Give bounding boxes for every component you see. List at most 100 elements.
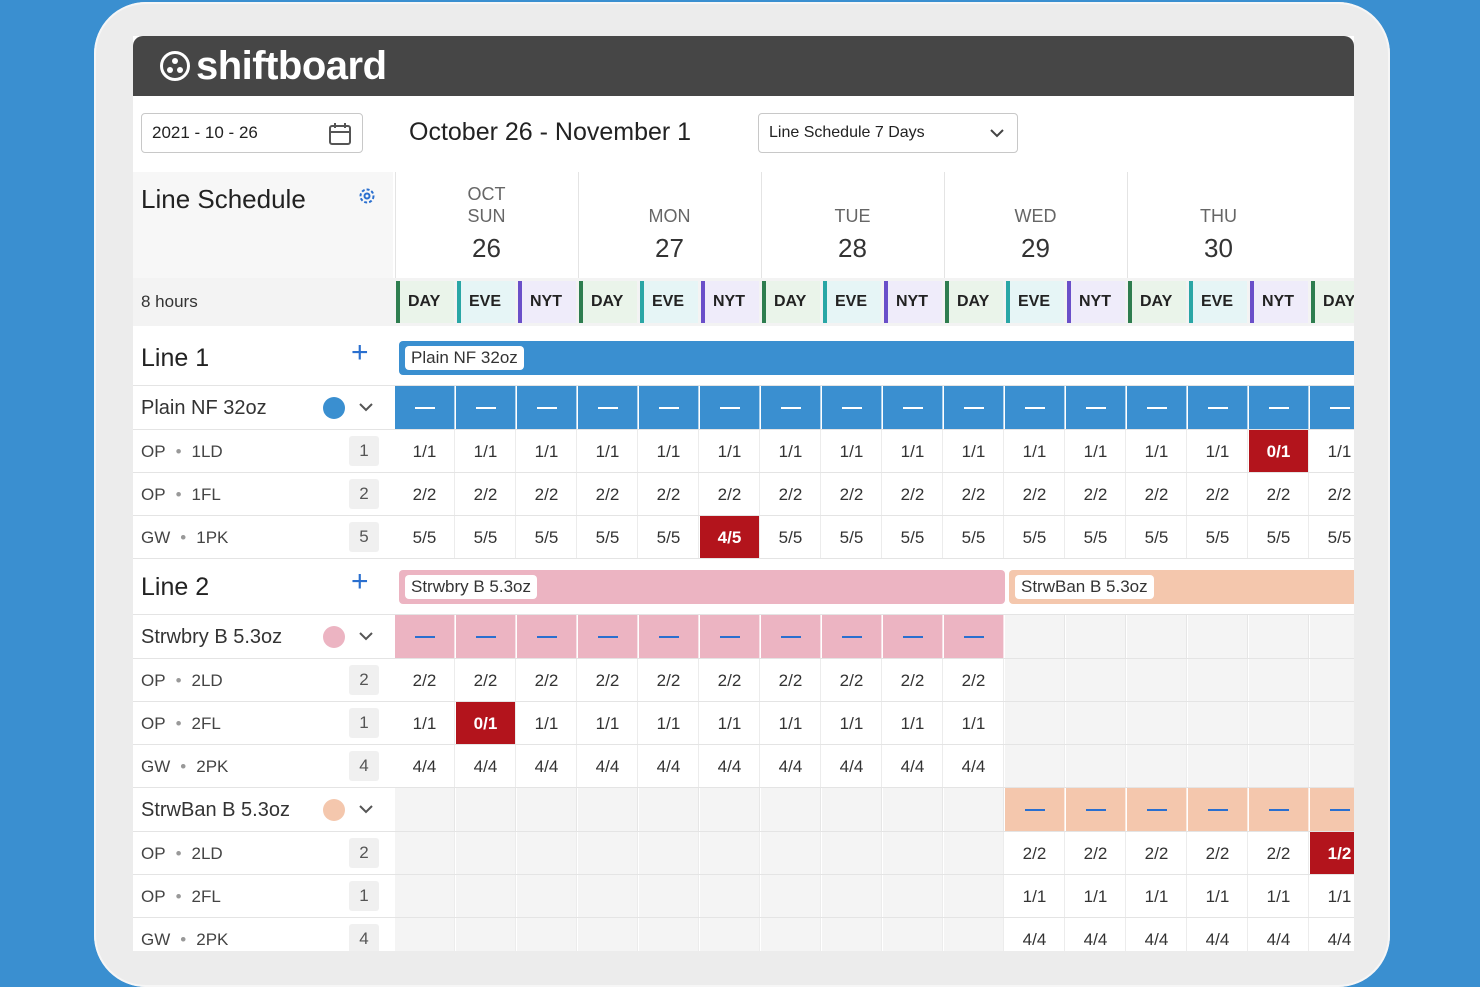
staffing-cell[interactable]: 2/2	[1249, 832, 1309, 875]
shift-nyt[interactable]: NYT	[1250, 281, 1308, 323]
staffing-cell[interactable]: 5/5	[1249, 516, 1309, 559]
staffing-cell[interactable]: 5/5	[395, 516, 455, 559]
staffing-cell[interactable]: 2/2	[1249, 473, 1309, 516]
shift-day[interactable]: DAY	[945, 281, 1003, 323]
staffing-cell[interactable]: 4/4	[1188, 918, 1248, 951]
staffing-cell[interactable]: 2/2	[822, 473, 882, 516]
staffing-cell[interactable]: 1/1	[395, 430, 455, 473]
staffing-cell[interactable]: 1/1	[578, 702, 638, 745]
staffing-cell[interactable]: 1/1	[1005, 875, 1065, 918]
date-input[interactable]: 2021 - 10 - 26	[141, 113, 363, 153]
staffing-cell[interactable]: 2/2	[1310, 473, 1354, 516]
staffing-cell[interactable]: 4/4	[1066, 918, 1126, 951]
product-slot[interactable]	[1127, 386, 1187, 430]
shift-day[interactable]: DAY	[1311, 281, 1354, 323]
staffing-cell[interactable]: 1/1	[883, 430, 943, 473]
shift-day[interactable]: DAY	[762, 281, 820, 323]
product-slot[interactable]	[1310, 788, 1354, 832]
staffing-cell[interactable]: 4/4	[1310, 918, 1354, 951]
staffing-cell[interactable]: 5/5	[517, 516, 577, 559]
staffing-cell[interactable]: 1/1	[1066, 875, 1126, 918]
product-slot[interactable]	[883, 615, 943, 659]
staffing-cell[interactable]: 4/4	[578, 745, 638, 788]
gear-icon[interactable]	[357, 186, 377, 211]
chevron-down-icon[interactable]	[357, 800, 375, 823]
shift-nyt[interactable]: NYT	[884, 281, 942, 323]
product-slot[interactable]	[395, 386, 455, 430]
product-slot[interactable]	[1188, 788, 1248, 832]
staffing-cell[interactable]: 2/2	[1188, 832, 1248, 875]
staffing-cell[interactable]: 2/2	[761, 473, 821, 516]
product-slot[interactable]	[822, 615, 882, 659]
staffing-cell[interactable]: 1/1	[761, 702, 821, 745]
product-slot[interactable]	[456, 615, 516, 659]
staffing-cell[interactable]: 2/2	[822, 659, 882, 702]
staffing-cell[interactable]: 1/1	[517, 430, 577, 473]
staffing-cell[interactable]: 2/2	[1066, 832, 1126, 875]
staffing-cell[interactable]: 2/2	[1127, 832, 1187, 875]
product-slot[interactable]	[1066, 386, 1126, 430]
product-slot[interactable]	[395, 615, 455, 659]
staffing-cell[interactable]: 5/5	[456, 516, 516, 559]
shift-eve[interactable]: EVE	[1006, 281, 1064, 323]
staffing-cell[interactable]: 1/1	[1005, 430, 1065, 473]
staffing-alert-cell[interactable]: 0/1	[1249, 430, 1309, 473]
product-slot[interactable]	[1005, 788, 1065, 832]
staffing-cell[interactable]: 2/2	[1005, 832, 1065, 875]
product-slot[interactable]	[639, 615, 699, 659]
product-slot[interactable]	[700, 615, 760, 659]
shift-nyt[interactable]: NYT	[1067, 281, 1125, 323]
product-slot[interactable]	[761, 615, 821, 659]
shift-eve[interactable]: EVE	[823, 281, 881, 323]
staffing-cell[interactable]: 1/1	[456, 430, 516, 473]
staffing-cell[interactable]: 2/2	[883, 659, 943, 702]
staffing-cell[interactable]: 1/1	[395, 702, 455, 745]
staffing-cell[interactable]: 1/1	[639, 430, 699, 473]
staffing-cell[interactable]: 1/1	[517, 702, 577, 745]
staffing-cell[interactable]: 1/1	[944, 430, 1004, 473]
product-slot[interactable]	[578, 615, 638, 659]
staffing-cell[interactable]: 5/5	[1127, 516, 1187, 559]
add-product-icon[interactable]: +	[351, 336, 369, 370]
staffing-cell[interactable]: 1/1	[761, 430, 821, 473]
staffing-cell[interactable]: 1/1	[1310, 430, 1354, 473]
staffing-cell[interactable]: 5/5	[883, 516, 943, 559]
staffing-cell[interactable]: 2/2	[1005, 473, 1065, 516]
shift-eve[interactable]: EVE	[640, 281, 698, 323]
staffing-cell[interactable]: 4/4	[1005, 918, 1065, 951]
staffing-cell[interactable]: 4/4	[761, 745, 821, 788]
staffing-cell[interactable]: 1/1	[1188, 875, 1248, 918]
staffing-cell[interactable]: 2/2	[456, 659, 516, 702]
staffing-alert-cell[interactable]: 4/5	[700, 516, 760, 559]
product-slot[interactable]	[1005, 386, 1065, 430]
staffing-cell[interactable]: 2/2	[1188, 473, 1248, 516]
add-product-icon[interactable]: +	[351, 565, 369, 599]
staffing-cell[interactable]: 2/2	[639, 473, 699, 516]
staffing-cell[interactable]: 2/2	[700, 659, 760, 702]
view-select[interactable]: Line Schedule 7 Days	[758, 113, 1018, 153]
staffing-cell[interactable]: 5/5	[1066, 516, 1126, 559]
staffing-cell[interactable]: 5/5	[822, 516, 882, 559]
product-slot[interactable]	[761, 386, 821, 430]
shift-eve[interactable]: EVE	[457, 281, 515, 323]
staffing-cell[interactable]: 2/2	[883, 473, 943, 516]
shift-day[interactable]: DAY	[1128, 281, 1186, 323]
staffing-cell[interactable]: 2/2	[1066, 473, 1126, 516]
staffing-cell[interactable]: 5/5	[1005, 516, 1065, 559]
staffing-cell[interactable]: 2/2	[700, 473, 760, 516]
staffing-cell[interactable]: 2/2	[944, 659, 1004, 702]
staffing-cell[interactable]: 2/2	[578, 659, 638, 702]
product-run-bar[interactable]: StrwBan B 5.3oz	[1009, 570, 1354, 604]
shift-eve[interactable]: EVE	[1189, 281, 1247, 323]
product-slot[interactable]	[517, 615, 577, 659]
staffing-cell[interactable]: 4/4	[944, 745, 1004, 788]
staffing-alert-cell[interactable]: 1/2	[1310, 832, 1354, 875]
product-run-bar[interactable]: Strwbry B 5.3oz	[399, 570, 1005, 604]
staffing-cell[interactable]: 4/4	[639, 745, 699, 788]
shift-nyt[interactable]: NYT	[518, 281, 576, 323]
staffing-cell[interactable]: 4/4	[700, 745, 760, 788]
shift-nyt[interactable]: NYT	[701, 281, 759, 323]
shiftboard-logo[interactable]: shiftboard	[160, 44, 387, 88]
staffing-cell[interactable]: 1/1	[700, 430, 760, 473]
staffing-cell[interactable]: 1/1	[883, 702, 943, 745]
